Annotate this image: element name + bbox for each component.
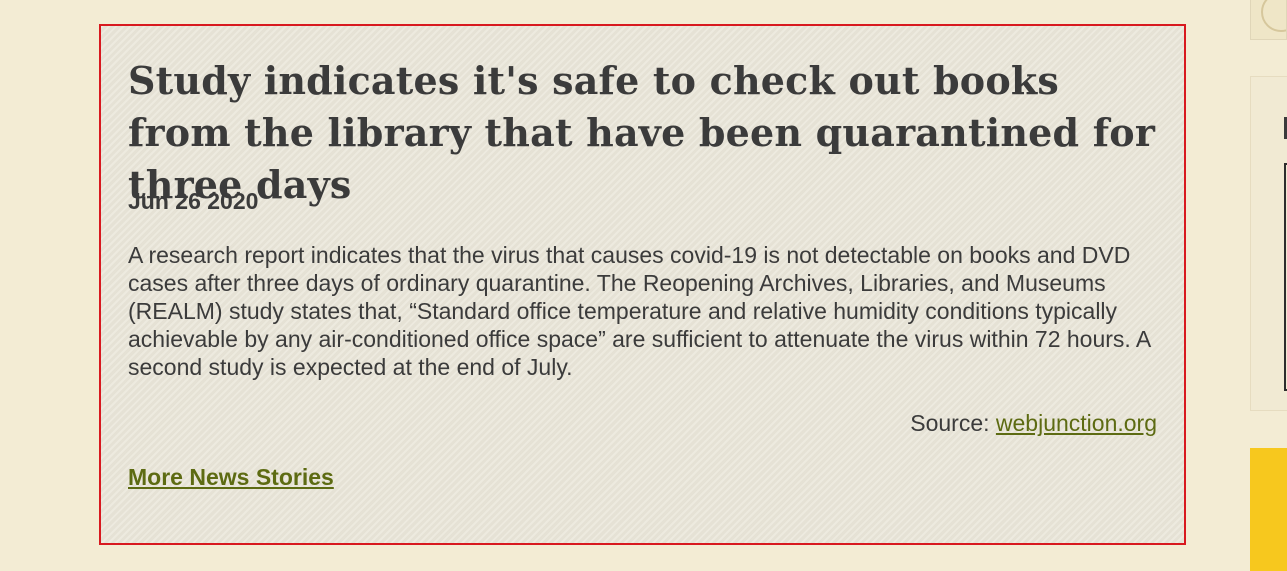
sidebar-ornament — [1250, 0, 1287, 40]
page: Study indicates it's safe to check out b… — [0, 0, 1287, 571]
sidebar-panel — [1250, 76, 1287, 411]
news-article: Study indicates it's safe to check out b… — [99, 24, 1186, 545]
ornament-swirl-icon — [1261, 0, 1286, 32]
article-headline: Study indicates it's safe to check out b… — [128, 58, 1156, 207]
article-date: Jun 26 2020 — [128, 188, 259, 214]
article-body: A research report indicates that the vir… — [128, 242, 1150, 380]
article-source: Source: webjunction.org — [910, 409, 1157, 437]
source-label: Source: — [910, 410, 990, 436]
sidebar-yellow-block[interactable] — [1250, 448, 1287, 571]
more-news-stories-link[interactable]: More News Stories — [128, 463, 334, 491]
source-link[interactable]: webjunction.org — [996, 410, 1157, 436]
